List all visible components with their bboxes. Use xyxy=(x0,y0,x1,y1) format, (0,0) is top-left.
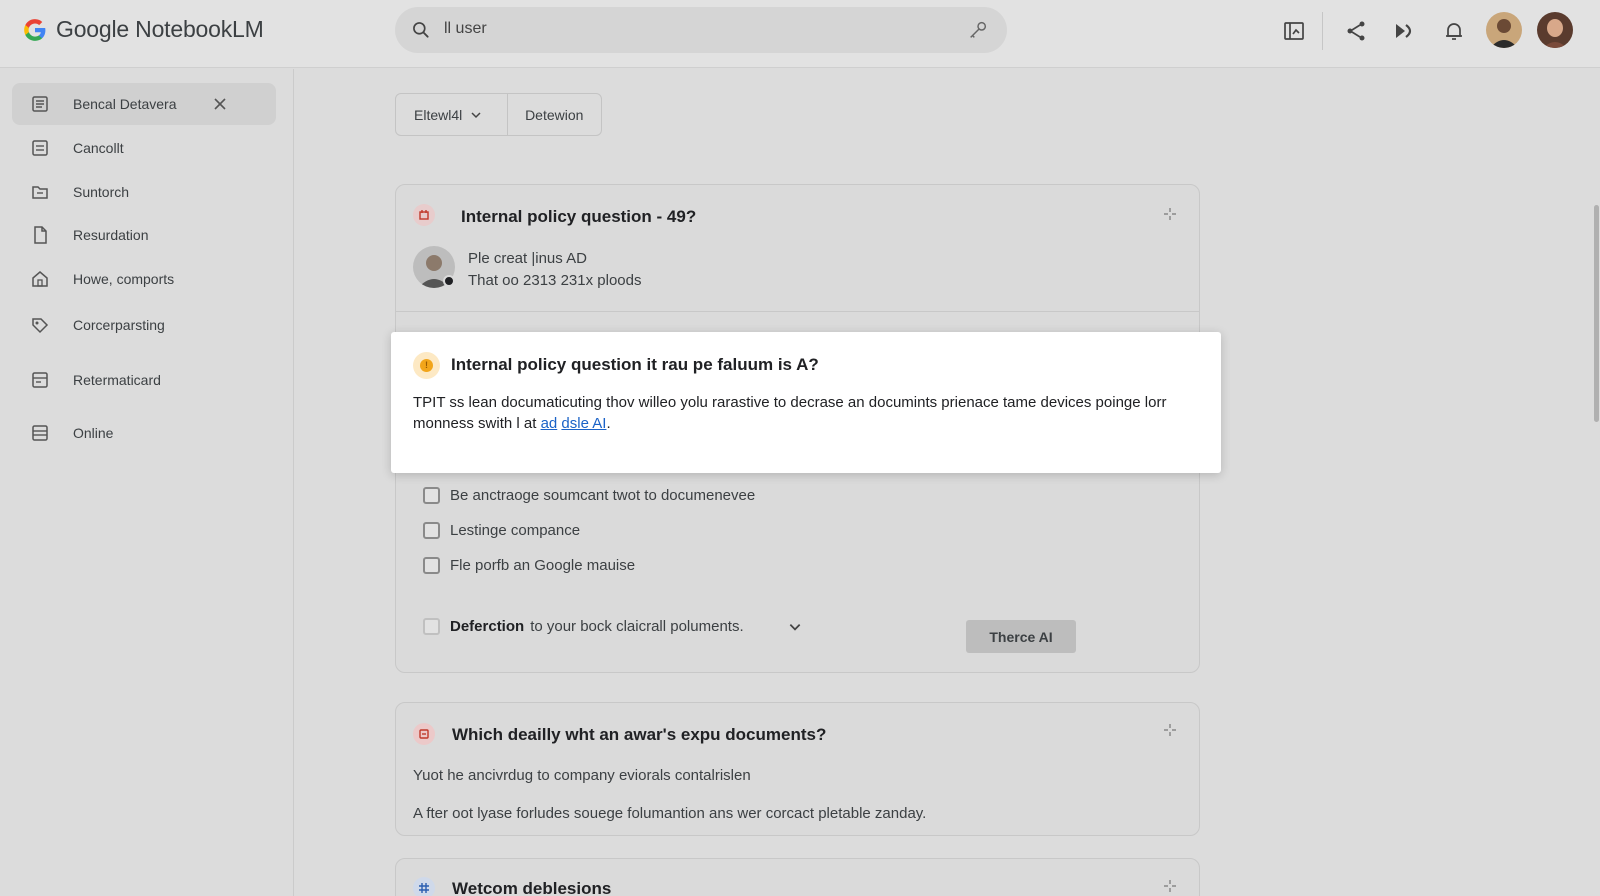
card-text-line: A fter oot lyase forludes souege foluman… xyxy=(413,805,927,822)
forward-icon[interactable] xyxy=(1393,19,1417,43)
checklist-item[interactable]: Lestinge compance xyxy=(423,522,580,539)
sidebar-item-corcerparsting[interactable]: Corcerparsting xyxy=(12,304,276,346)
filter-dropdown-label: Eltewl4l xyxy=(414,106,463,123)
sparkle-icon[interactable] xyxy=(1163,879,1177,893)
checkbox[interactable] xyxy=(423,522,440,539)
sidebar-item-retermaticard[interactable]: Retermaticard xyxy=(12,359,276,401)
sidebar-item-label: Retermaticard xyxy=(73,372,161,388)
home-icon xyxy=(32,271,48,287)
search-icon xyxy=(413,22,429,38)
hash-icon xyxy=(413,877,435,896)
tag-icon xyxy=(32,318,49,334)
card-title: Wetcom deblesions xyxy=(452,879,612,896)
policy-icon xyxy=(413,204,435,226)
sidebar-item-label: Online xyxy=(73,425,114,441)
list-icon xyxy=(32,96,48,112)
folder-icon xyxy=(32,186,48,199)
popup-link[interactable]: dsle AI xyxy=(561,415,606,432)
sidebar-item-online[interactable]: Online xyxy=(12,412,276,454)
file-icon xyxy=(34,226,47,244)
card-title: Which deailly wht an awar's expu documen… xyxy=(452,725,827,744)
question-card: Which deailly wht an awar's expu documen… xyxy=(395,702,1200,836)
detection-option[interactable]: Defercti​on to your bock claicrall polum… xyxy=(423,618,802,635)
user-avatar-image xyxy=(1486,12,1522,48)
close-icon[interactable] xyxy=(210,94,230,114)
checkbox[interactable] xyxy=(423,487,440,504)
notes-icon[interactable] xyxy=(1282,19,1306,43)
sidebar-item-suntorch[interactable]: Suntorch xyxy=(12,171,276,213)
app-title: Google NotebookLM xyxy=(56,16,264,42)
document-icon xyxy=(32,140,48,156)
sidebar-item-label: Suntorch xyxy=(73,184,130,200)
stack-icon xyxy=(32,425,48,441)
search-bar[interactable]: ll user xyxy=(395,7,1007,53)
scrollbar[interactable] xyxy=(1590,69,1600,896)
card-text-line: Yuot he ancivrdug to company eviorals co… xyxy=(413,767,751,784)
popup-period: . xyxy=(606,415,611,432)
answer-popup: ! Internal policy question it rau pe fal… xyxy=(391,332,1221,473)
sidebar-item-label: Corcerparsting xyxy=(73,317,165,333)
scrollbar-thumb[interactable] xyxy=(1594,205,1599,422)
account-avatar[interactable] xyxy=(1537,12,1573,48)
sidebar-item-howe-comports[interactable]: Howe, comports xyxy=(12,258,276,300)
detection-button-label: Detewion xyxy=(525,106,584,123)
share-icon[interactable] xyxy=(1344,19,1368,43)
sparkle-icon[interactable] xyxy=(1163,207,1177,221)
calendar-icon xyxy=(413,723,435,745)
checklist-item-label: Be anctraoge soumcant twot to documeneve… xyxy=(450,487,756,504)
bell-icon[interactable] xyxy=(1442,19,1466,43)
card-icon xyxy=(32,372,48,388)
status-dot xyxy=(443,275,455,287)
chevron-down-icon xyxy=(471,111,481,118)
filter-dropdown[interactable]: Eltewl4l xyxy=(396,94,508,135)
sidebar-item-label: Bencal Detavera xyxy=(73,96,177,112)
header-divider xyxy=(1322,12,1323,50)
filter-group: Eltewl4l Detewion xyxy=(395,93,602,136)
sidebar-item-label: Howe, comports xyxy=(73,271,175,287)
checkbox[interactable] xyxy=(423,618,440,635)
avatar[interactable] xyxy=(1486,12,1522,48)
question-card: Wetcom deblesions xyxy=(395,858,1200,896)
app-logo[interactable]: Google NotebookLM xyxy=(22,16,264,43)
sidebar-item-label: Resurdation xyxy=(73,227,149,243)
chevron-down-icon[interactable] xyxy=(788,620,802,634)
popup-body-text: TPIT ss lean documaticuting thov willeo … xyxy=(413,394,1167,432)
sidebar-item-label: Cancollt xyxy=(73,140,124,156)
checklist-item[interactable]: Be anctraoge soumcant twot to documeneve… xyxy=(423,487,755,504)
card-title: Internal policy question - 49? xyxy=(461,207,697,226)
popup-body: TPIT ss lean documaticuting thov willeo … xyxy=(413,392,1203,434)
checklist-item[interactable]: Fle porfb an Google mauise xyxy=(423,557,635,574)
account-avatar-image xyxy=(1537,12,1573,48)
key-icon[interactable] xyxy=(967,19,989,41)
popup-link[interactable]: ad xyxy=(541,415,558,432)
google-g-icon xyxy=(24,18,46,41)
top-header: Google NotebookLM ll user xyxy=(0,0,1600,68)
checkbox[interactable] xyxy=(423,557,440,574)
divider xyxy=(396,311,1199,312)
sidebar-item-resurdation[interactable]: Resurdation xyxy=(12,214,276,256)
sidebar: Bencal Detavera Cancollt Suntorch Resurd… xyxy=(0,69,294,896)
card-text-line: That oo 2313 231x ploods xyxy=(468,272,642,289)
sparkle-icon[interactable] xyxy=(1163,723,1177,737)
detection-option-bold: Defercti​on xyxy=(450,618,525,635)
sidebar-item-bencal-detavera[interactable]: Bencal Detavera xyxy=(12,83,276,125)
search-input[interactable]: ll user xyxy=(444,20,487,38)
detection-button[interactable]: Detewion xyxy=(508,94,602,135)
info-icon: ! xyxy=(413,352,440,379)
therce-ai-button[interactable]: Therce AI xyxy=(966,620,1076,653)
sidebar-item-cancollt[interactable]: Cancollt xyxy=(12,127,276,169)
card-text-line: Ple creat |inus AD xyxy=(468,250,587,267)
checklist-item-label: Fle porfb an Google mauise xyxy=(450,557,636,574)
popup-title: Internal policy question it rau pe faluu… xyxy=(451,355,819,374)
checklist-item-label: Lestinge compance xyxy=(450,522,581,539)
detection-option-label: to your bock claicrall poluments. xyxy=(530,618,744,635)
